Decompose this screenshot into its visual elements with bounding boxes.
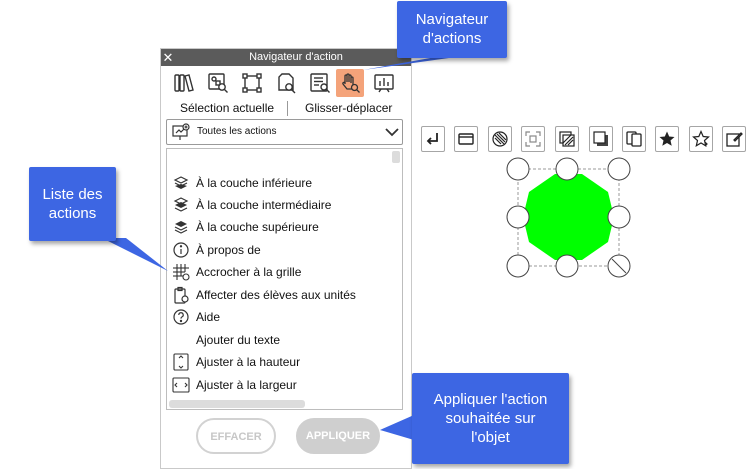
layer-bottom-icon — [173, 176, 189, 189]
tab-drag-drop[interactable]: Glisser-déplacer — [305, 99, 392, 117]
callout-navigator: Navigateur d'actions — [397, 1, 507, 58]
books-icon[interactable] — [170, 69, 198, 97]
action-item[interactable]: Ajouter du texte — [167, 329, 387, 351]
action-item[interactable]: À la couche intermédiaire — [167, 194, 387, 216]
action-label: À la couche supérieure — [196, 220, 319, 234]
panel-titlebar: ✕ Navigateur d'action — [161, 49, 411, 66]
grid-snap-icon — [173, 264, 190, 281]
edit-square-icon[interactable] — [722, 126, 746, 152]
action-item[interactable]: Accrocher à la grille — [167, 261, 387, 283]
subtab-divider — [287, 101, 288, 116]
action-item[interactable]: À la couche supérieure — [167, 216, 387, 238]
texture-fill-icon[interactable] — [488, 126, 512, 152]
action-label: Ajuster à la hauteur — [196, 355, 301, 369]
action-label: À la couche intermédiaire — [196, 198, 332, 212]
callout-action-list: Liste des actions — [29, 167, 116, 241]
vertical-scrollbar-thumb[interactable] — [392, 151, 400, 163]
star-filled-icon[interactable] — [655, 126, 679, 152]
hand-search-icon[interactable] — [336, 69, 364, 97]
hatch-square-icon[interactable] — [555, 126, 579, 152]
frame-select-icon[interactable] — [521, 126, 545, 152]
apply-button[interactable]: APPLIQUER — [296, 418, 380, 454]
action-label: À propos de — [196, 243, 261, 257]
layer-middle-icon — [173, 197, 189, 212]
selection-square-icon[interactable] — [238, 69, 266, 97]
copy-pages-icon[interactable] — [622, 126, 646, 152]
action-item[interactable]: À la couche inférieure — [167, 172, 387, 194]
action-label: À la couche inférieure — [196, 176, 313, 190]
action-item[interactable]: Ajuster à la hauteur — [167, 351, 387, 373]
tab-current-selection[interactable]: Sélection actuelle — [180, 99, 274, 117]
shadow-square-icon[interactable] — [589, 126, 613, 152]
assign-students-icon — [174, 286, 189, 304]
filter-value: Toutes les actions — [197, 126, 277, 137]
chevron-down-icon — [385, 128, 399, 137]
page-search-icon[interactable] — [272, 69, 300, 97]
action-list: À la couche inférieure À la couche inter… — [166, 148, 403, 410]
action-filter-select[interactable]: Toutes les actions — [166, 119, 403, 145]
info-icon — [173, 242, 189, 258]
horizontal-scrollbar-thumb[interactable] — [169, 400, 305, 408]
selected-octagon-shape[interactable] — [500, 150, 640, 285]
action-label: Aide — [196, 310, 221, 324]
action-item[interactable]: Ajuster à la largeur — [167, 374, 387, 396]
navigator-tab-bar — [161, 69, 411, 97]
action-item[interactable]: Aide — [167, 306, 387, 328]
fit-width-icon — [172, 377, 190, 393]
arrow-return-icon[interactable] — [421, 126, 445, 152]
action-label: Ajuster à la largeur — [196, 378, 297, 392]
action-navigator-panel: ✕ Navigateur d'action Sélection actuelle… — [160, 48, 412, 469]
action-item[interactable]: Affecter des élèves aux unités — [167, 284, 387, 306]
action-label: Accrocher à la grille — [196, 265, 302, 279]
callout-apply: Appliquer l'action souhaitée sur l'objet — [412, 373, 569, 464]
chart-icon[interactable] — [370, 69, 398, 97]
action-item[interactable]: À propos de — [167, 239, 387, 261]
objects-search-icon[interactable] — [204, 69, 232, 97]
clear-button[interactable]: EFFACER — [196, 418, 276, 454]
layer-top-icon — [174, 221, 188, 234]
star-outline-icon[interactable] — [689, 126, 713, 152]
window-icon[interactable] — [454, 126, 478, 152]
close-icon[interactable]: ✕ — [161, 49, 175, 66]
fit-height-icon — [173, 353, 189, 371]
panel-title: Navigateur d'action — [249, 51, 343, 63]
screen: ✕ Navigateur d'action Sélection actuelle… — [0, 0, 750, 469]
action-label: Affecter des élèves aux unités — [196, 288, 356, 302]
action-label: Ajouter du texte — [196, 333, 281, 347]
presentation-icon — [172, 123, 190, 140]
list-search-icon[interactable] — [306, 69, 334, 97]
subtab-bar: Sélection actuelle Glisser-déplacer — [161, 99, 411, 117]
help-icon — [173, 309, 189, 325]
